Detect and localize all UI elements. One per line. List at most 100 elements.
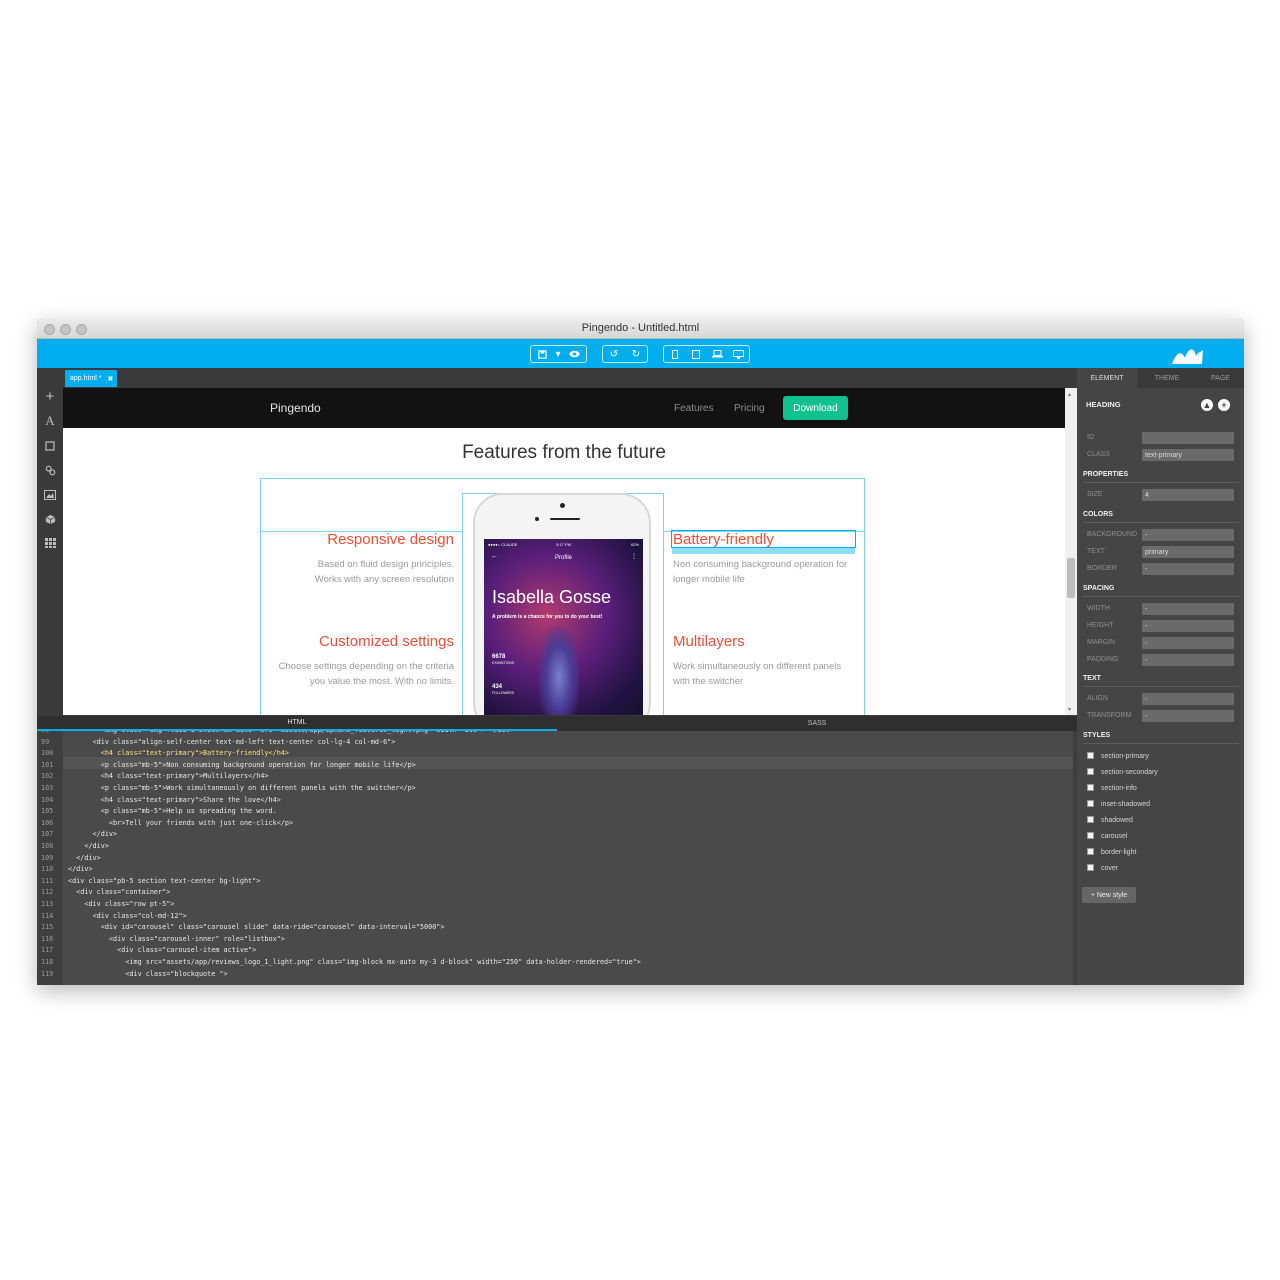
phone-device-icon[interactable]	[664, 346, 685, 362]
width-input[interactable]: -	[1142, 603, 1234, 615]
margin-input[interactable]: -	[1142, 637, 1234, 649]
align-input[interactable]: -	[1142, 693, 1234, 705]
image-tool-icon[interactable]	[42, 487, 58, 503]
code-line[interactable]: </div>	[68, 854, 101, 862]
canvas-scrollbar[interactable]: ▴ ▾	[1065, 388, 1077, 715]
save-icon[interactable]	[531, 346, 553, 362]
phone-camera-icon	[560, 503, 565, 508]
tab-element[interactable]: ELEMENT	[1077, 368, 1137, 388]
desktop-device-icon[interactable]	[728, 346, 749, 362]
file-tab-app-html[interactable]: app.html * ✖	[65, 370, 117, 387]
link-tool-icon[interactable]	[42, 462, 58, 478]
box-tool-icon[interactable]	[42, 438, 58, 454]
feature-text-customized[interactable]: Choose settings depending on the criteri…	[279, 659, 454, 689]
redo-icon[interactable]: ↻	[625, 346, 647, 362]
feature-text-battery[interactable]: Non consuming background operation for l…	[673, 557, 847, 587]
undo-icon[interactable]: ↺	[603, 346, 625, 362]
code-line[interactable]: <img src="assets/app/reviews_logo_1_ligh…	[68, 958, 641, 966]
design-canvas[interactable]: Pingendo Features Pricing Download Featu…	[63, 388, 1065, 715]
size-label: SIZE	[1087, 491, 1103, 498]
nav-link-pricing[interactable]: Pricing	[734, 403, 765, 414]
grid-tool-icon[interactable]	[42, 535, 58, 551]
style-checkbox[interactable]	[1087, 816, 1094, 823]
code-line[interactable]: <div class="carousel-inner" role="listbo…	[68, 935, 285, 943]
code-line[interactable]: </div>	[68, 865, 93, 873]
new-style-button[interactable]: + New style	[1082, 887, 1136, 903]
size-input[interactable]: 4	[1142, 489, 1234, 501]
feature-text-responsive[interactable]: Based on fluid design principles. Works …	[315, 557, 454, 587]
nav-link-features[interactable]: Features	[674, 403, 713, 414]
code-line[interactable]: <br>Tell your friends with just one-clic…	[68, 819, 293, 827]
select-parent-icon[interactable]: ▲	[1201, 399, 1213, 411]
code-line[interactable]: <div class="align-self-center text-md-le…	[68, 738, 396, 746]
section-heading[interactable]: Features from the future	[63, 442, 1065, 464]
style-checkbox[interactable]	[1087, 848, 1094, 855]
code-line[interactable]: </div>	[68, 842, 109, 850]
feature-text-multilayers[interactable]: Work simultaneously on different panels …	[673, 659, 841, 689]
code-line[interactable]: <h4 class="text-primary">Battery-friendl…	[68, 749, 289, 757]
feature-title-battery[interactable]: Battery-friendly	[673, 531, 774, 548]
code-line[interactable]: <div class="blockquote ">	[68, 970, 227, 978]
selection-handle-bar[interactable]	[672, 548, 855, 554]
style-checkbox[interactable]	[1087, 832, 1094, 839]
add-element-circle-icon[interactable]: +	[1218, 399, 1230, 411]
transform-input[interactable]: -	[1142, 710, 1234, 722]
feature-title-responsive[interactable]: Responsive design	[327, 531, 454, 548]
style-checkbox[interactable]	[1087, 800, 1094, 807]
canvas-scrollbar-thumb[interactable]	[1067, 558, 1075, 598]
feature-title-customized[interactable]: Customized settings	[319, 633, 454, 650]
code-line[interactable]: <p class="mb-5">Work simultaneously on d…	[68, 784, 416, 792]
text-tool-icon[interactable]: A	[42, 413, 58, 429]
border-input[interactable]: -	[1142, 563, 1234, 575]
padding-input[interactable]: -	[1142, 654, 1234, 666]
line-number: 101	[41, 760, 54, 769]
code-line[interactable]: <div class="pb-5 section text-center bg-…	[68, 877, 260, 885]
code-line[interactable]: <div class="row pt-5">	[68, 900, 174, 908]
tab-theme[interactable]: THEME	[1137, 368, 1197, 388]
download-button[interactable]: Download	[783, 396, 848, 420]
tablet-device-icon[interactable]	[685, 346, 706, 362]
style-checkbox[interactable]	[1087, 864, 1094, 871]
code-line[interactable]: <div class="carousel-item active">	[68, 946, 256, 954]
stat-followers-label: FOLLOWERS	[492, 691, 514, 695]
history-tools: ↺ ↻	[602, 345, 648, 363]
style-checkbox[interactable]	[1087, 752, 1094, 759]
code-line[interactable]: <div id="carousel" class="carousel slide…	[68, 923, 445, 931]
code-line[interactable]: <div class="container">	[68, 888, 170, 896]
preview-eye-icon[interactable]	[563, 346, 585, 362]
tab-page[interactable]: PAGE	[1197, 368, 1244, 388]
code-line[interactable]: </div>	[68, 830, 118, 838]
height-input[interactable]: -	[1142, 620, 1234, 632]
code-line[interactable]: <div class="col-md-12">	[68, 912, 187, 920]
laptop-device-icon[interactable]	[707, 346, 728, 362]
close-tab-icon[interactable]: ✖	[108, 375, 114, 383]
site-navbar: Pingendo Features Pricing Download	[63, 388, 1065, 428]
chevron-down-icon[interactable]: ▾	[553, 346, 563, 362]
class-input[interactable]: text-primary	[1142, 449, 1234, 461]
code-line[interactable]: <h4 class="text-primary">Share the love<…	[68, 796, 281, 804]
code-line[interactable]: <p class="mb-5">Help us spreading the wo…	[68, 807, 277, 815]
scroll-down-icon[interactable]: ▾	[1068, 706, 1071, 713]
line-number: 107	[41, 830, 54, 839]
phone-mockup[interactable]: ●●●●○ CLAUDE 3:17 PM 62% ← Profile ⋮ Isa…	[473, 493, 651, 715]
code-line[interactable]: <p class="mb-5">Non consuming background…	[68, 761, 416, 769]
line-number: 119	[41, 969, 54, 978]
scroll-up-icon[interactable]: ▴	[1068, 391, 1071, 398]
feature-title-multilayers[interactable]: Multilayers	[673, 633, 745, 650]
code-line[interactable]: <h4 class="text-primary">Multilayers</h4…	[68, 772, 269, 780]
style-checkbox[interactable]	[1087, 784, 1094, 791]
id-input[interactable]	[1142, 432, 1234, 444]
component-cube-icon[interactable]	[42, 511, 58, 527]
background-input[interactable]: -	[1142, 529, 1234, 541]
tab-html[interactable]: HTML	[37, 716, 557, 731]
tab-sass[interactable]: SASS	[557, 716, 1077, 731]
border-label: BORDER	[1087, 565, 1117, 572]
text-color-label: TEXT	[1087, 548, 1105, 555]
line-number: 112	[41, 888, 54, 897]
site-brand[interactable]: Pingendo	[270, 401, 321, 415]
text-color-input[interactable]: primary	[1142, 546, 1234, 558]
add-element-icon[interactable]: +	[42, 388, 58, 405]
code-editor[interactable]: 98 <img class="img-fluid d-block mx-auto…	[37, 731, 1077, 985]
code-line[interactable]: <img class="img-fluid d-block mx-auto" s…	[68, 731, 514, 734]
style-checkbox[interactable]	[1087, 768, 1094, 775]
